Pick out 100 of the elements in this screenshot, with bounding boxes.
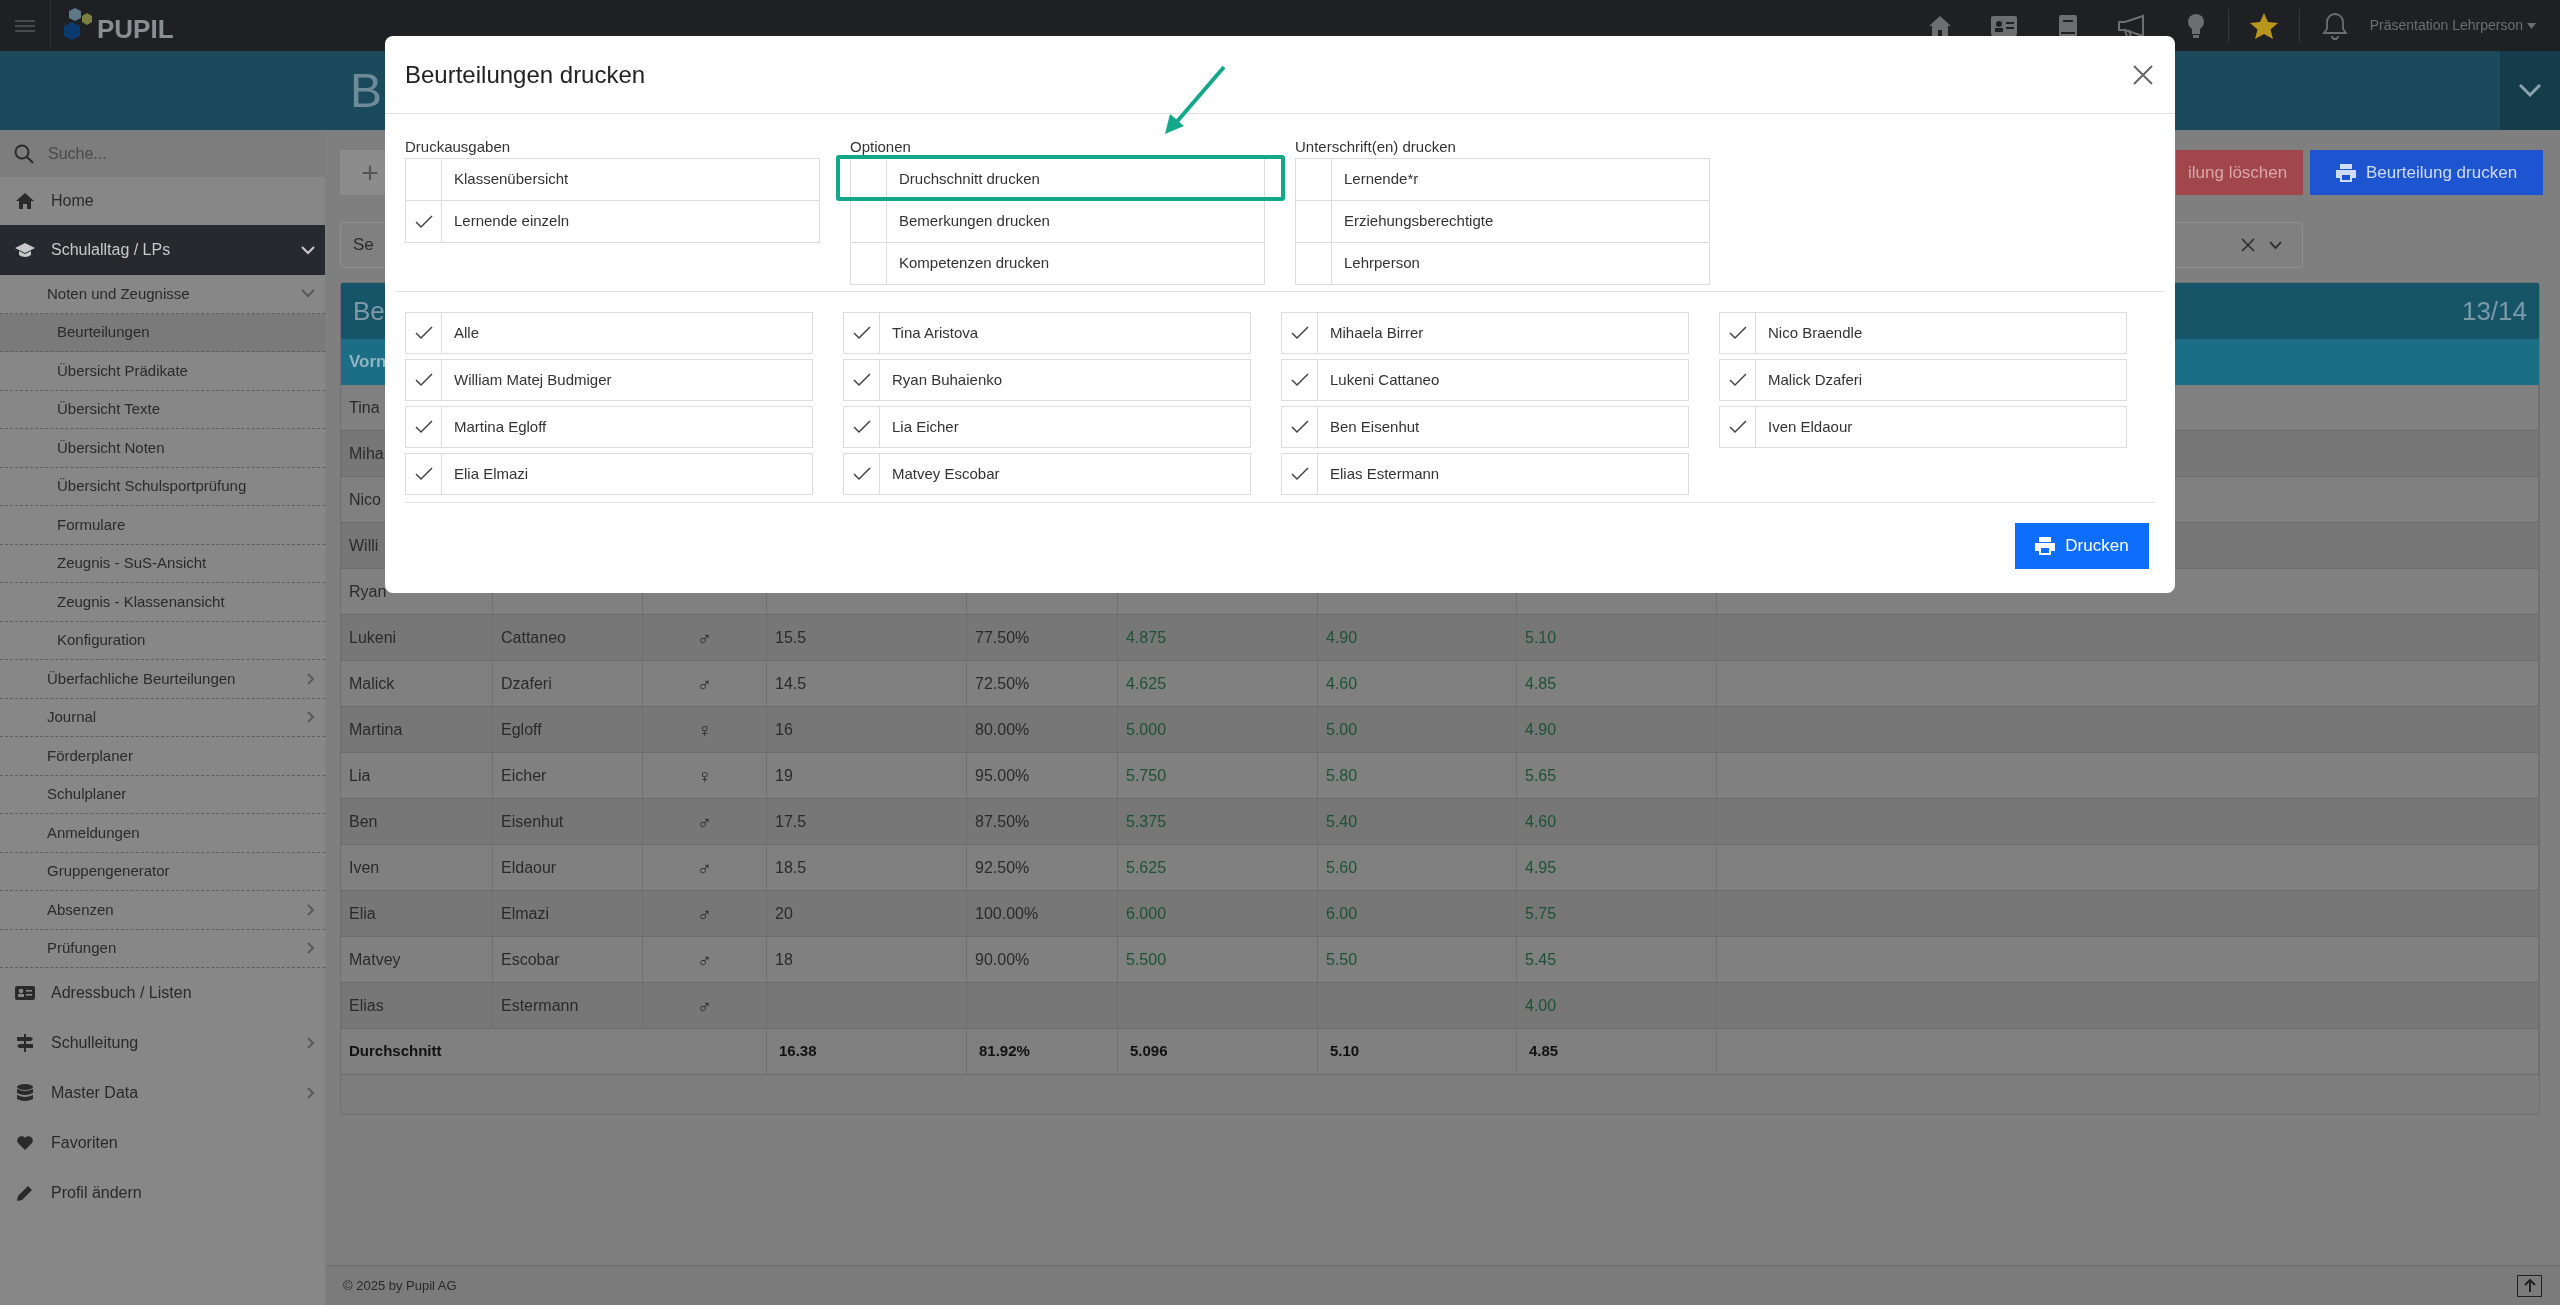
student-name: Malick Dzaferi — [1767, 369, 1863, 390]
sidebar-link[interactable]: Übersicht Noten — [0, 429, 325, 468]
option-row[interactable]: Kompetenzen drucken — [850, 242, 1265, 285]
sidebar-item-label: Home — [51, 191, 94, 211]
student-option[interactable]: Tina Aristova — [843, 312, 1251, 354]
student-name: Elias Estermann — [1329, 463, 1440, 484]
option-row[interactable]: Lernende einzeln — [405, 200, 820, 243]
sidebar-link[interactable]: Übersicht Texte — [0, 390, 325, 429]
bell-icon[interactable] — [2321, 11, 2348, 40]
sidebar-item-label: Schulalltag / LPs — [51, 240, 171, 260]
chevron-right-icon — [307, 903, 315, 916]
average-cell-text: 5.10 — [1330, 1041, 1360, 1062]
student-name: Iven Eldaour — [1767, 416, 1853, 437]
student-option[interactable]: Alle — [405, 312, 813, 354]
table-cell-text: ♀ — [697, 763, 712, 789]
chevron-right-icon — [307, 672, 315, 685]
sidebar-item[interactable]: Favoriten — [0, 1118, 325, 1168]
lightbulb-icon[interactable] — [2186, 12, 2205, 39]
pencil-icon — [16, 1184, 34, 1202]
option-row[interactable]: Lehrperson — [1295, 242, 1710, 285]
house-icon[interactable] — [1927, 14, 1952, 37]
sidebar-link[interactable]: Zeugnis - Klassenansicht — [0, 583, 325, 622]
table-cell-text: 100.00% — [975, 903, 1039, 924]
student-option[interactable]: Matvey Escobar — [843, 453, 1251, 495]
table-cell-text: Nico — [349, 489, 381, 510]
printer-icon — [2335, 163, 2356, 182]
option-row[interactable]: Erziehungsberechtigte — [1295, 200, 1710, 243]
student-option[interactable]: Lukeni Cattaneo — [1281, 359, 1689, 401]
sidebar-subitem[interactable]: Journal — [0, 698, 325, 737]
student-option[interactable]: Mihaela Birrer — [1281, 312, 1689, 354]
sidebar-link[interactable]: Beurteilungen — [0, 313, 325, 352]
sidebar-item[interactable]: Schulleitung — [0, 1018, 325, 1068]
table-cell-text: 5.40 — [1326, 811, 1358, 832]
sidebar-item[interactable]: Profil ändern — [0, 1168, 325, 1218]
option-row[interactable]: Klassenübersicht — [405, 158, 820, 201]
address-card-icon[interactable] — [1990, 15, 2017, 36]
copyright-text: © 2025 by Pupil AG — [343, 1276, 457, 1295]
student-name: Nico Braendle — [1767, 322, 1863, 343]
sidebar-subitem[interactable]: Förderplaner — [0, 737, 325, 776]
student-option[interactable]: Iven Eldaour — [1719, 406, 2127, 448]
sidebar-subitem[interactable]: Schulplaner — [0, 775, 325, 814]
option-row[interactable]: Lernende*r — [1295, 158, 1710, 201]
student-option[interactable]: Ben Eisenhut — [1281, 406, 1689, 448]
column-header: Vorn — [349, 351, 387, 374]
checkmark-icon — [414, 373, 433, 387]
checkmark-icon — [852, 326, 871, 340]
student-option[interactable]: Ryan Buhaienko — [843, 359, 1251, 401]
megaphone-icon[interactable] — [2116, 13, 2147, 38]
student-name: Alle — [453, 322, 479, 343]
print-button[interactable]: Drucken — [2015, 523, 2149, 569]
option-label: Kompetenzen drucken — [898, 253, 1050, 274]
average-cell-text: 5.096 — [1130, 1041, 1168, 1062]
table-cell-text: 5.65 — [1525, 765, 1557, 786]
table-cell-text: 5.75 — [1525, 903, 1557, 924]
scroll-top-button[interactable] — [2517, 1274, 2542, 1297]
student-option[interactable]: Lia Eicher — [843, 406, 1251, 448]
sidebar-link[interactable]: Übersicht Schulsportprüfung — [0, 467, 325, 506]
delete-button[interactable]: ilung löschen — [2176, 150, 2303, 195]
sidebar-item[interactable]: Master Data — [0, 1068, 325, 1118]
option-label: Druchschnitt drucken — [898, 169, 1040, 190]
checkmark-icon — [414, 326, 433, 340]
sidebar-subitem[interactable]: Prüfungen — [0, 929, 325, 968]
sidebar-link[interactable]: Konfiguration — [0, 621, 325, 660]
search-icon — [14, 143, 34, 164]
student-option[interactable]: Martina Egloff — [405, 406, 813, 448]
sidebar-subitem[interactable]: Anmeldungen — [0, 814, 325, 853]
sidebar-item[interactable]: Home — [0, 177, 325, 225]
sidebar-link[interactable]: Zeugnis - SuS-Ansicht — [0, 544, 325, 583]
student-option[interactable]: William Matej Budmiger — [405, 359, 813, 401]
table-cell-text: 4.00 — [1525, 995, 1557, 1016]
chevron-down-icon[interactable] — [2269, 241, 2282, 249]
sidebar-link[interactable]: Übersicht Prädikate — [0, 352, 325, 391]
table-cell-text: 6.00 — [1326, 903, 1358, 924]
checkmark-icon — [852, 467, 871, 481]
sidebar-subitem[interactable]: Absenzen — [0, 891, 325, 930]
chevron-down-icon[interactable] — [2519, 84, 2541, 97]
chevron-down-icon — [301, 245, 315, 255]
student-option[interactable]: Elia Elmazi — [405, 453, 813, 495]
table-cell-text: ♂ — [697, 625, 712, 651]
sidebar-item[interactable]: Schulalltag / LPs — [0, 225, 325, 275]
book-icon[interactable] — [2057, 13, 2078, 38]
student-name: William Matej Budmiger — [453, 369, 612, 390]
table-cell-text: 6.000 — [1126, 903, 1167, 924]
student-name: Mihaela Birrer — [1329, 322, 1424, 343]
student-option[interactable]: Nico Braendle — [1719, 312, 2127, 354]
sidebar-link[interactable]: Formulare — [0, 506, 325, 545]
clear-icon[interactable] — [2241, 238, 2255, 252]
user-menu[interactable]: Präsentation Lehrperson — [2369, 15, 2536, 36]
student-option[interactable]: Elias Estermann — [1281, 453, 1689, 495]
print-button[interactable]: Beurteilung drucken — [2310, 150, 2543, 195]
sidebar-subitem[interactable]: Noten und Zeugnisse — [0, 275, 325, 314]
table-cell-text: Miha — [349, 443, 384, 464]
option-row[interactable]: Bemerkungen drucken — [850, 200, 1265, 243]
sidebar-item-label: Profil ändern — [51, 1183, 142, 1203]
sidebar-subitem[interactable]: Überfachliche Beurteilungen — [0, 660, 325, 699]
sidebar-subitem[interactable]: Gruppengenerator — [0, 852, 325, 891]
student-option[interactable]: Malick Dzaferi — [1719, 359, 2127, 401]
close-button[interactable] — [2131, 62, 2155, 87]
star-icon[interactable] — [2248, 11, 2279, 40]
sidebar-item[interactable]: Adressbuch / Listen — [0, 968, 325, 1018]
